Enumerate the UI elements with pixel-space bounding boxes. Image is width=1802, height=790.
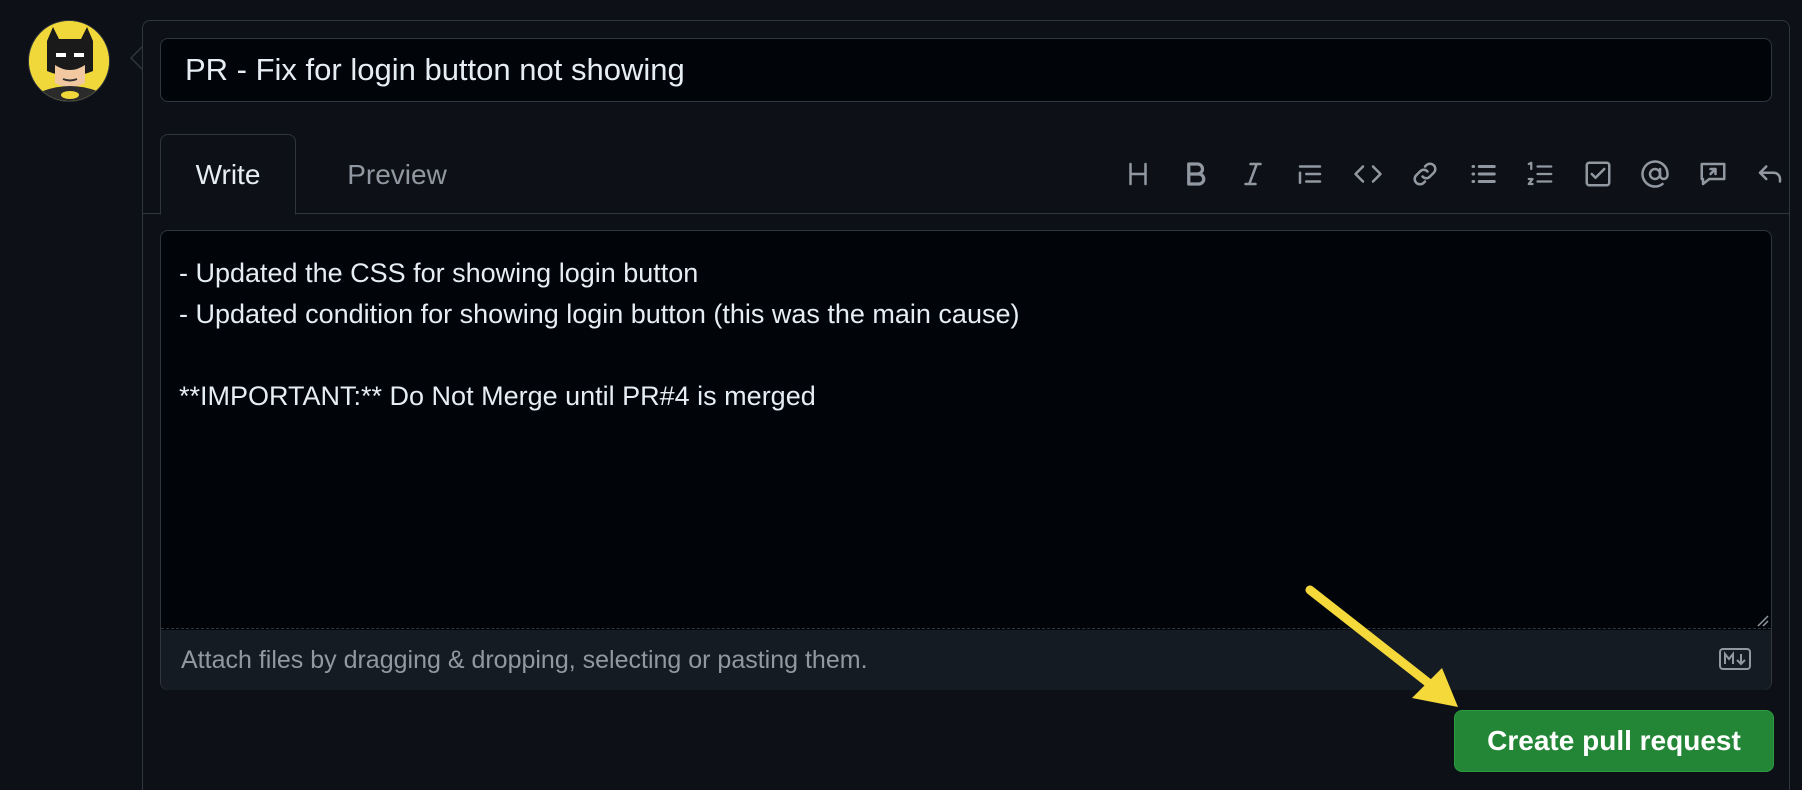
mention-icon[interactable] [1635,154,1675,194]
task-list-icon[interactable] [1578,154,1618,194]
ordered-list-icon[interactable] [1520,154,1560,194]
unordered-list-icon[interactable] [1463,154,1503,194]
comment-caret [130,46,143,70]
link-icon[interactable] [1405,154,1445,194]
batman-avatar-icon [29,21,109,101]
heading-icon[interactable] [1118,154,1158,194]
avatar[interactable] [28,20,110,102]
tab-preview[interactable]: Preview [317,134,477,215]
quote-icon[interactable] [1290,154,1330,194]
bold-icon[interactable] [1175,154,1215,194]
attach-files-hint: Attach files by dragging & dropping, sel… [181,645,868,674]
reference-icon[interactable] [1693,154,1733,194]
create-pull-request-button[interactable]: Create pull request [1454,710,1774,772]
markdown-toolbar [1100,150,1790,198]
italic-icon[interactable] [1233,154,1273,194]
attach-files-bar[interactable]: Attach files by dragging & dropping, sel… [161,630,1771,690]
code-icon[interactable] [1348,154,1388,194]
resize-grip-icon[interactable] [1755,613,1769,627]
pr-body-textarea[interactable]: - Updated the CSS for showing login butt… [161,231,1771,629]
markdown-icon[interactable] [1719,648,1751,670]
annotation-arrow-icon [1305,585,1458,707]
tab-write[interactable]: Write [160,134,296,215]
pr-title-input[interactable] [160,38,1772,102]
undo-icon[interactable] [1750,154,1790,194]
comment-editor: - Updated the CSS for showing login butt… [160,230,1772,690]
